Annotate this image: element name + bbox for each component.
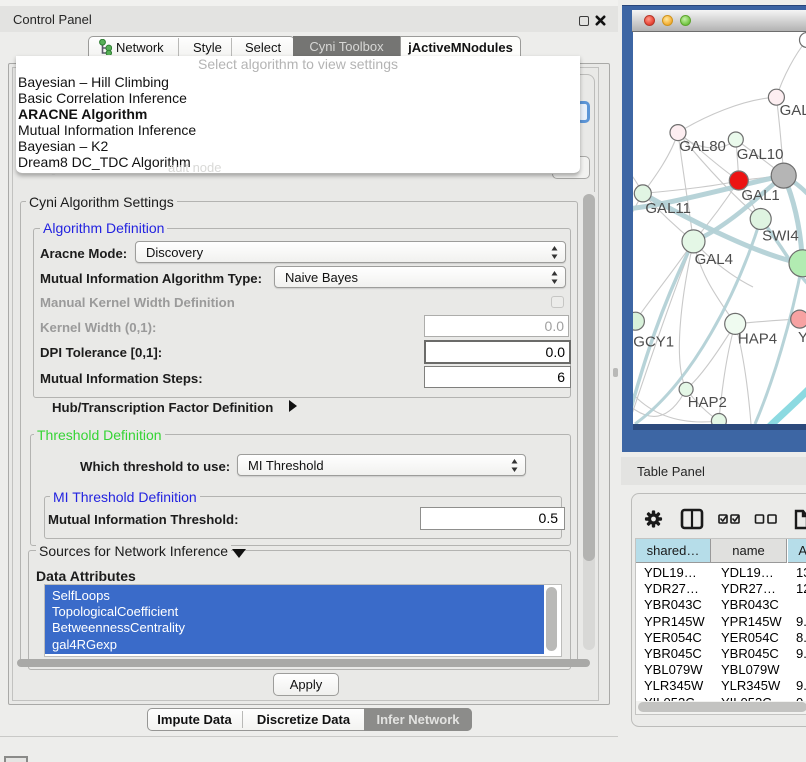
svg-text:HAP2: HAP2 xyxy=(688,394,727,411)
svg-text:GAL1: GAL1 xyxy=(741,187,779,204)
svg-text:GCY1: GCY1 xyxy=(633,334,674,351)
svg-text:SWI4: SWI4 xyxy=(762,228,799,245)
svg-text:GAL10: GAL10 xyxy=(737,146,784,163)
svg-text:GAL80: GAL80 xyxy=(679,138,726,155)
svg-text:GAL11: GAL11 xyxy=(645,200,691,217)
svg-text:HAP4: HAP4 xyxy=(738,330,777,347)
svg-text:Y: Y xyxy=(798,329,806,346)
svg-text:GAL: GAL xyxy=(780,102,806,119)
svg-text:GAL4: GAL4 xyxy=(695,251,733,268)
